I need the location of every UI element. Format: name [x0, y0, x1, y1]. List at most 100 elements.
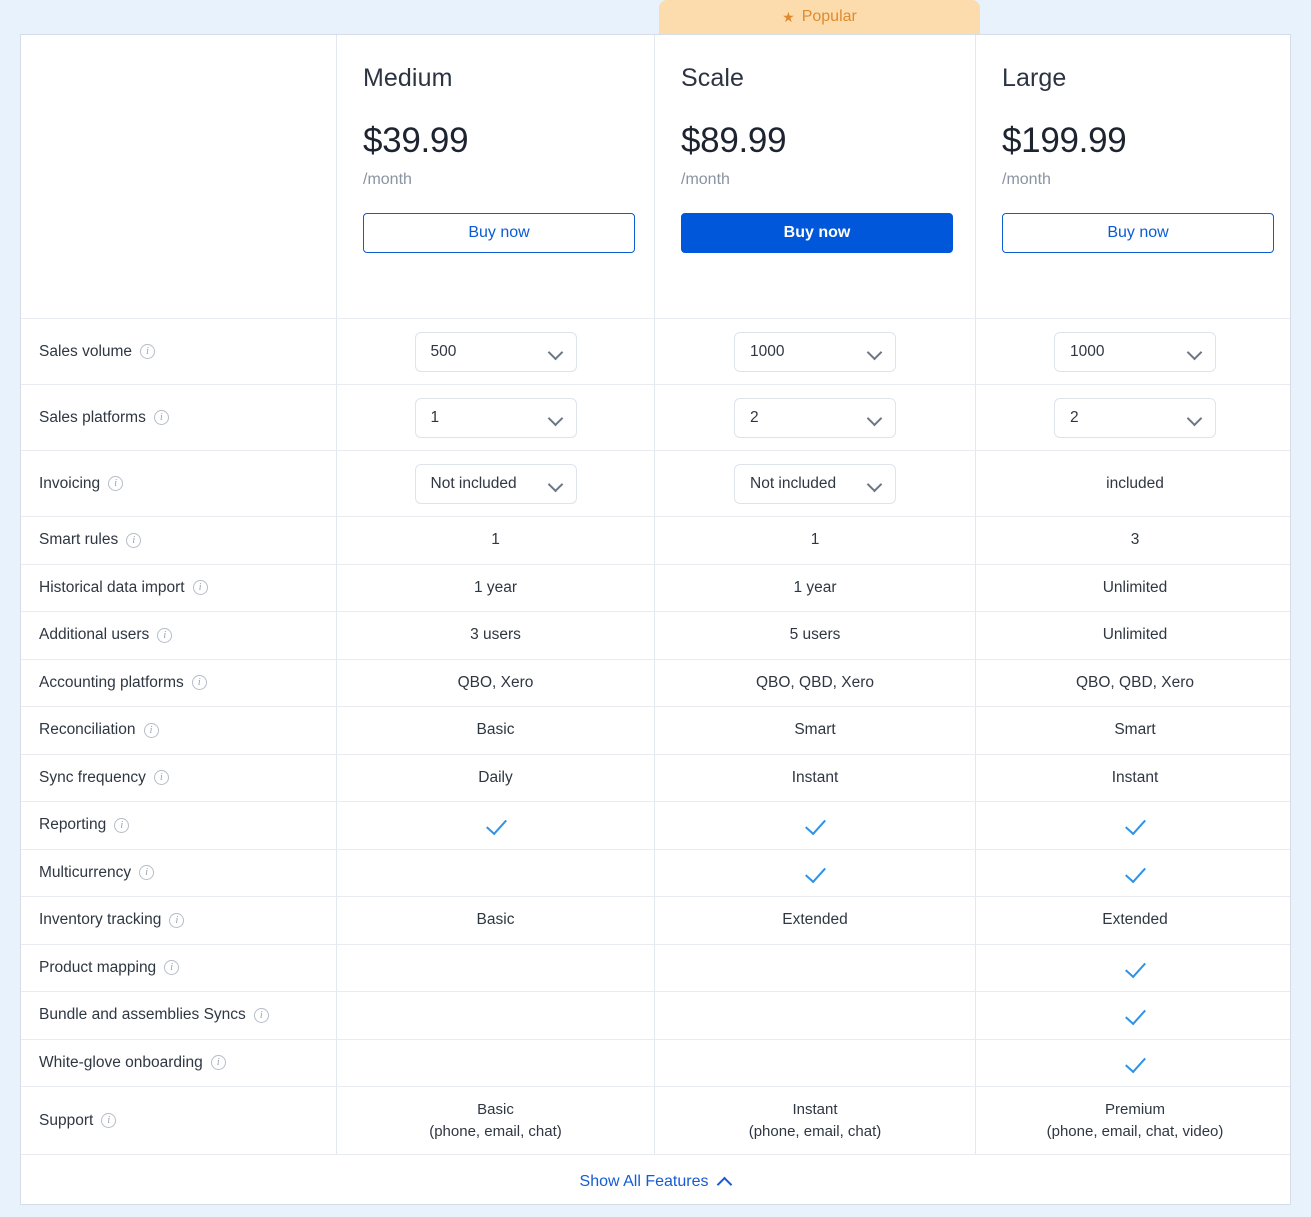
feature-label: Support i: [39, 1111, 117, 1130]
feature-label-text: Sales volume: [39, 342, 133, 360]
select-medium[interactable]: 500: [414, 331, 577, 372]
info-icon[interactable]: i: [140, 344, 156, 359]
select-scale[interactable]: Not included: [734, 463, 896, 504]
buy-now-button-scale[interactable]: Buy now: [681, 213, 953, 253]
info-icon[interactable]: i: [126, 532, 142, 548]
feature-value-cell-medium: [337, 802, 655, 849]
cell-value: 1: [491, 531, 500, 549]
empty-cell: [815, 1015, 816, 1016]
buy-now-button-large[interactable]: Buy now: [1002, 213, 1274, 253]
pricing-comparison-table: Medium $39.99 /month Buy now Scale $89.9…: [20, 34, 1291, 1205]
feature-value-cell-medium: Not included: [337, 451, 655, 516]
feature-value-cell-scale: Extended: [655, 897, 976, 944]
feature-value-cell-scale: [655, 992, 976, 1039]
feature-label-text: Invoicing: [39, 474, 101, 492]
cell-value: Extended: [782, 911, 848, 929]
info-icon[interactable]: i: [101, 1113, 117, 1128]
header-empty-cell: [21, 35, 337, 318]
cell-value: Daily: [478, 768, 513, 786]
feature-value-cell-large: 1000: [976, 319, 1294, 384]
feature-value-cell-scale: 1: [655, 517, 976, 564]
feature-label-text: White-glove onboarding: [39, 1053, 203, 1071]
cell-value: Smart: [1114, 721, 1156, 739]
feature-row: Multicurrency i: [21, 849, 1290, 897]
chevron-down-icon: [1188, 413, 1202, 422]
check-icon: [804, 814, 826, 836]
feature-value-cell-large: [976, 850, 1294, 897]
feature-label-text: Sync frequency: [39, 768, 146, 786]
feature-value-cell-medium: [337, 944, 655, 991]
chevron-down-icon: [1188, 347, 1202, 356]
cell-value: 5 users: [789, 626, 841, 644]
select-scale[interactable]: 2: [734, 397, 896, 438]
feature-label-text: Product mapping: [39, 958, 157, 976]
info-icon[interactable]: i: [253, 1007, 269, 1023]
info-icon[interactable]: i: [139, 865, 155, 881]
cell-value: 1 year: [473, 578, 518, 596]
feature-label-cell: Multicurrency i: [21, 849, 337, 896]
cell-value: QBO, QBD, Xero: [1075, 673, 1194, 691]
cell-value: Unlimited: [1102, 578, 1168, 596]
cell-value-line2: (phone, email, chat, video): [1046, 1122, 1224, 1140]
show-all-features-button[interactable]: Show All Features: [580, 1173, 732, 1191]
info-icon[interactable]: i: [114, 817, 130, 833]
feature-label-cell: Additional users i: [21, 612, 337, 659]
feature-value-cell-large: [976, 945, 1294, 992]
feature-value-cell-medium: 3 users: [337, 612, 655, 659]
feature-value-cell-large: Instant: [976, 755, 1294, 802]
select-medium[interactable]: Not included: [414, 463, 577, 504]
feature-label: Additional users i: [39, 626, 173, 644]
feature-value-cell-scale: Instant (phone, email, chat): [655, 1087, 976, 1154]
plan-column-medium: Medium $39.99 /month Buy now: [337, 35, 655, 318]
plan-name-large: Large: [1002, 64, 1067, 92]
feature-label-text: Sales platforms: [39, 408, 146, 426]
info-icon[interactable]: i: [169, 912, 185, 928]
select-scale[interactable]: 1000: [734, 331, 896, 372]
info-icon[interactable]: i: [143, 722, 159, 738]
empty-cell: [815, 967, 816, 968]
cell-value: Instant (phone, email, chat): [749, 1099, 882, 1142]
cell-value: QBO, Xero: [457, 673, 534, 691]
info-icon[interactable]: i: [192, 580, 208, 596]
feature-label: Accounting platforms i: [39, 674, 207, 692]
feature-label-text: Support: [39, 1111, 94, 1129]
cell-value: Basic: [476, 721, 515, 739]
feature-value-cell-medium: Daily: [337, 754, 655, 801]
select-large[interactable]: 2: [1054, 397, 1216, 438]
select-value: 1: [430, 408, 440, 426]
cell-value-line2: (phone, email, chat): [429, 1122, 562, 1140]
feature-label-cell: Inventory tracking i: [21, 897, 337, 944]
feature-row: Sales platforms i 1 2 2: [21, 385, 1290, 451]
show-all-features-label: Show All Features: [579, 1173, 709, 1190]
feature-label: Product mapping i: [39, 958, 180, 977]
select-medium[interactable]: 1: [414, 397, 577, 438]
info-icon[interactable]: i: [153, 770, 169, 786]
feature-label-text: Accounting platforms: [39, 673, 184, 691]
feature-label-text: Historical data import: [39, 578, 185, 596]
cell-value: Smart: [794, 721, 836, 739]
feature-label-text: Additional users: [39, 626, 150, 644]
feature-row: White-glove onboarding i: [21, 1039, 1290, 1087]
info-icon[interactable]: i: [210, 1055, 226, 1071]
cell-value-line1: Instant: [792, 1101, 838, 1119]
info-icon[interactable]: i: [191, 675, 207, 691]
feature-value-cell-medium: QBO, Xero: [337, 659, 655, 706]
feature-row: Support i Basic (phone, email, chat) Instant…: [21, 1087, 1290, 1154]
plan-header-row: Medium $39.99 /month Buy now Scale $89.9…: [21, 35, 1290, 319]
info-icon[interactable]: i: [164, 960, 180, 976]
feature-label-cell: Smart rules i: [21, 517, 337, 564]
chevron-down-icon: [868, 413, 882, 422]
plan-period-medium: /month: [363, 171, 412, 188]
feature-row: Inventory tracking i Basic Extended Extended: [21, 897, 1290, 945]
chevron-up-icon: [717, 1177, 731, 1187]
plan-period-large: /month: [1002, 171, 1051, 188]
select-large[interactable]: 1000: [1054, 331, 1216, 372]
info-icon[interactable]: i: [153, 410, 169, 425]
buy-now-button-medium[interactable]: Buy now: [363, 213, 635, 253]
plan-name-medium: Medium: [363, 64, 453, 92]
chevron-down-icon: [868, 479, 882, 488]
info-icon[interactable]: i: [157, 627, 173, 643]
info-icon[interactable]: i: [108, 476, 124, 491]
feature-row: Sales volume i 500 1000 1000: [21, 319, 1290, 385]
feature-value-cell-large: [976, 992, 1294, 1039]
